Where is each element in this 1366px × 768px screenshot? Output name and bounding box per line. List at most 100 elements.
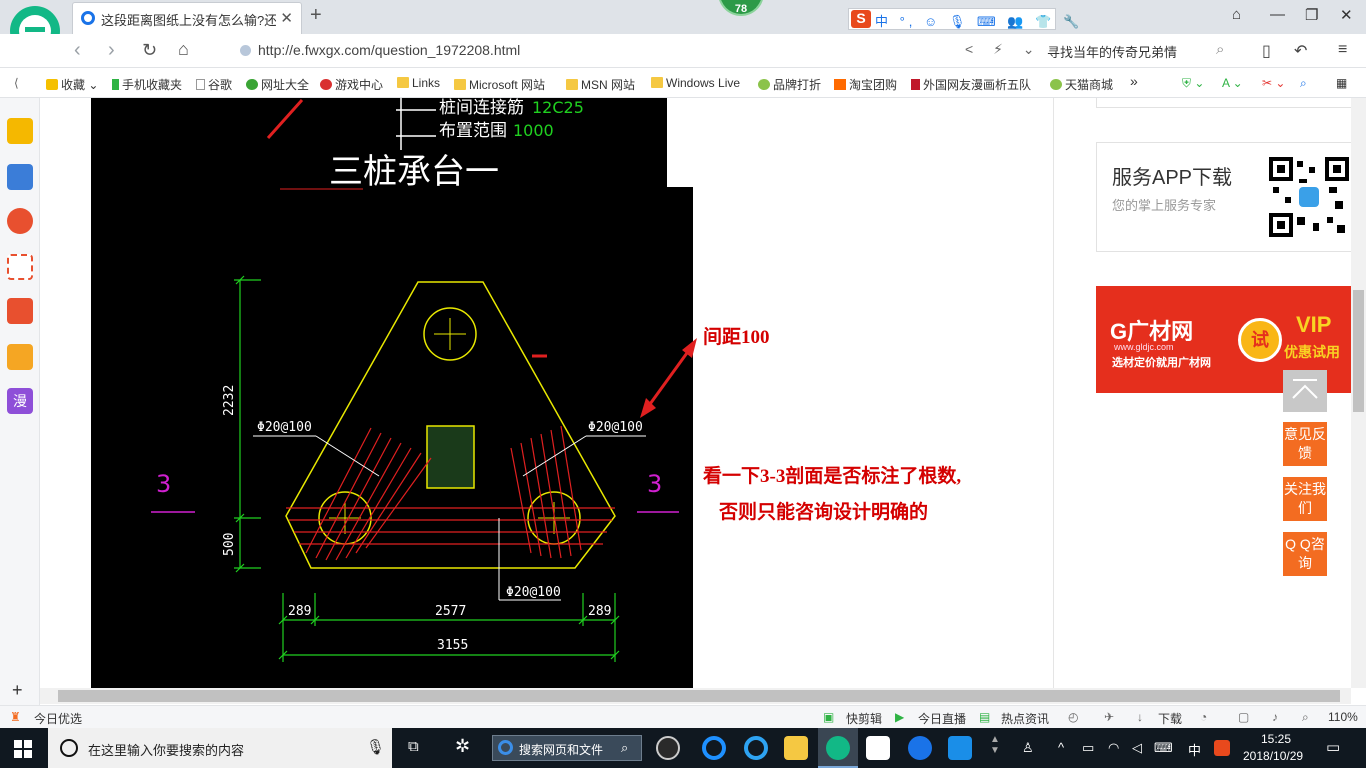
apps-icon[interactable]: ▦: [1336, 76, 1347, 90]
maximize-button[interactable]: ❐: [1305, 6, 1318, 24]
horizontal-scroll-thumb[interactable]: [58, 690, 1340, 702]
mail-icon[interactable]: [7, 254, 33, 280]
sogou-tray-icon[interactable]: [1214, 740, 1230, 756]
windows-start-icon[interactable]: [14, 740, 32, 758]
tray-expand-icon[interactable]: ^: [1058, 740, 1064, 755]
book-icon[interactable]: [7, 344, 33, 370]
bookmark-favorites[interactable]: 收藏 ⌄: [46, 76, 98, 93]
new-tab-button[interactable]: +: [310, 4, 322, 27]
task-view-icon[interactable]: ⧉: [408, 738, 419, 755]
feed-icon[interactable]: [7, 164, 33, 190]
sound-icon[interactable]: ♪: [1272, 710, 1278, 724]
keyboard-icon[interactable]: ⌨: [1154, 740, 1173, 756]
more-bookmarks-icon[interactable]: »: [1130, 73, 1138, 89]
status-live[interactable]: 今日直播: [918, 710, 966, 727]
app-plus-icon[interactable]: [948, 736, 972, 760]
weibo-icon[interactable]: [7, 208, 33, 234]
forward-icon[interactable]: ›: [108, 39, 115, 62]
back-to-top-button[interactable]: [1283, 370, 1327, 412]
ime-toolbar[interactable]: S 中 °, ☺ 🎙 ⌨ 👥 👕 🔧: [848, 8, 1079, 30]
status-news[interactable]: 热点资讯: [1001, 710, 1049, 727]
comic-icon[interactable]: 漫: [7, 388, 33, 414]
speed-icon[interactable]: ◴: [1068, 710, 1078, 724]
shield-icon[interactable]: ⛨ ⌄: [1182, 76, 1204, 91]
bookmark-games[interactable]: 游戏中心: [320, 76, 383, 93]
bookmark-brand-discount[interactable]: 品牌打折: [758, 76, 821, 93]
divider: [1053, 98, 1054, 688]
window-icon[interactable]: ▢: [1238, 710, 1249, 724]
file-explorer-icon[interactable]: [784, 736, 808, 760]
menu-icon[interactable]: ≡: [1338, 41, 1347, 59]
scroll-arrows-icon[interactable]: ▲ ▼: [990, 734, 1000, 756]
pin-icon[interactable]: ⌂: [1232, 6, 1241, 23]
download-link[interactable]: 下载: [1158, 710, 1182, 727]
phone-icon[interactable]: ▯: [1262, 41, 1271, 61]
favorites-icon[interactable]: [7, 118, 33, 144]
undo-icon[interactable]: ↶: [1294, 41, 1307, 61]
zoom-icon[interactable]: ⌕: [1300, 76, 1307, 91]
taskbar-search[interactable]: 在这里输入你要搜索的内容 🎙: [48, 728, 392, 768]
chrome-like-icon[interactable]: [656, 736, 680, 760]
ime-items[interactable]: 中 °, ☺ 🎙 ⌨ 👥 👕 🔧: [875, 11, 1083, 30]
scissors-icon[interactable]: ✂ ⌄: [1262, 76, 1285, 90]
close-button[interactable]: ✕: [1340, 6, 1353, 24]
home-icon[interactable]: ⌂: [178, 39, 189, 60]
minimize-button[interactable]: —: [1270, 6, 1285, 23]
clock-time[interactable]: 15:25: [1261, 732, 1291, 746]
ad-vip-subtitle: 优惠试用: [1284, 344, 1340, 360]
bookmark-comics[interactable]: 外国网友漫画析五队: [911, 76, 1031, 93]
clock-date[interactable]: 2018/10/29: [1243, 749, 1303, 763]
volume-icon[interactable]: ◁: [1132, 740, 1142, 756]
status-clip[interactable]: 快剪辑: [846, 710, 882, 727]
microphone-icon[interactable]: 🎙: [366, 738, 385, 756]
feedback-button[interactable]: 意见反馈: [1283, 422, 1327, 466]
url-field[interactable]: http://e.fwxgx.com/question_1972208.html: [258, 42, 520, 58]
app-g-icon[interactable]: [908, 736, 932, 760]
bookmark-directory[interactable]: 网址大全: [246, 76, 309, 93]
app-download-card[interactable]: 服务APP下载 您的掌上服务专家: [1096, 142, 1351, 252]
back-icon[interactable]: ‹: [74, 39, 81, 62]
search-icon[interactable]: ⌕: [1216, 41, 1224, 58]
add-icon[interactable]: +: [12, 680, 23, 701]
clip-icon: ▣: [823, 710, 835, 724]
edge-icon[interactable]: [702, 736, 726, 760]
ie-mode-icon[interactable]: ◔: [1200, 710, 1207, 724]
pin-icon[interactable]: ✈: [1104, 710, 1114, 724]
ime-indicator[interactable]: 中: [1188, 740, 1201, 759]
mail-icon[interactable]: [866, 736, 890, 760]
refresh-icon[interactable]: ↻: [142, 40, 157, 61]
bookmark-taobao[interactable]: 淘宝团购: [834, 76, 897, 93]
translate-icon[interactable]: A ⌄: [1222, 76, 1243, 90]
game-icon[interactable]: [7, 298, 33, 324]
zoom-level[interactable]: 110%: [1328, 710, 1358, 724]
follow-us-button[interactable]: 关注我们: [1283, 477, 1327, 521]
bookmark-windows-live[interactable]: Windows Live: [651, 76, 740, 90]
bookmark-tmall[interactable]: 天猫商城: [1050, 76, 1113, 93]
daily-pick-link[interactable]: 今日优选: [34, 710, 82, 727]
search-input[interactable]: 寻找当年的传奇兄弟情: [1047, 42, 1177, 61]
bookmark-mobile[interactable]: 手机收藏夹: [112, 76, 182, 93]
wifi-icon[interactable]: ◠: [1108, 740, 1119, 756]
zoom-icon[interactable]: ⌕: [1302, 710, 1309, 725]
bookmark-msn[interactable]: MSN 网站: [566, 76, 635, 93]
collapse-icon[interactable]: ⟨: [14, 76, 19, 90]
pinwheel-icon[interactable]: ✲: [455, 736, 470, 757]
share-icon[interactable]: < ⚡ ⌄: [965, 41, 1043, 58]
search-icon: ⌕: [621, 740, 629, 755]
tab-current[interactable]: 这段距离图纸上没有怎么输?还 ✕: [72, 2, 302, 34]
taskbar-active-browser[interactable]: [818, 728, 858, 768]
bookmark-google[interactable]: 谷歌: [196, 76, 232, 93]
bookmark-links[interactable]: Links: [397, 76, 440, 90]
ie-icon[interactable]: [744, 736, 768, 760]
qq-consult-button[interactable]: Q Q咨询: [1283, 532, 1327, 576]
qr-code[interactable]: [1269, 157, 1349, 237]
web-search-box[interactable]: 搜索网页和文件 ⌕: [492, 735, 642, 761]
tab-close-icon[interactable]: ✕: [280, 9, 293, 27]
notification-icon[interactable]: ▭: [1326, 738, 1340, 756]
vertical-scroll-thumb[interactable]: [1353, 290, 1364, 412]
taskbar: 在这里输入你要搜索的内容 🎙 ⧉ ✲ 搜索网页和文件 ⌕ ▲ ▼ ♙ ^ ▭ ◠ …: [0, 728, 1366, 768]
battery-icon[interactable]: ▭: [1082, 740, 1094, 756]
bookmark-microsoft[interactable]: Microsoft 网站: [454, 76, 545, 93]
people-icon[interactable]: ♙: [1022, 740, 1034, 756]
score-badge[interactable]: 78: [718, 0, 764, 16]
